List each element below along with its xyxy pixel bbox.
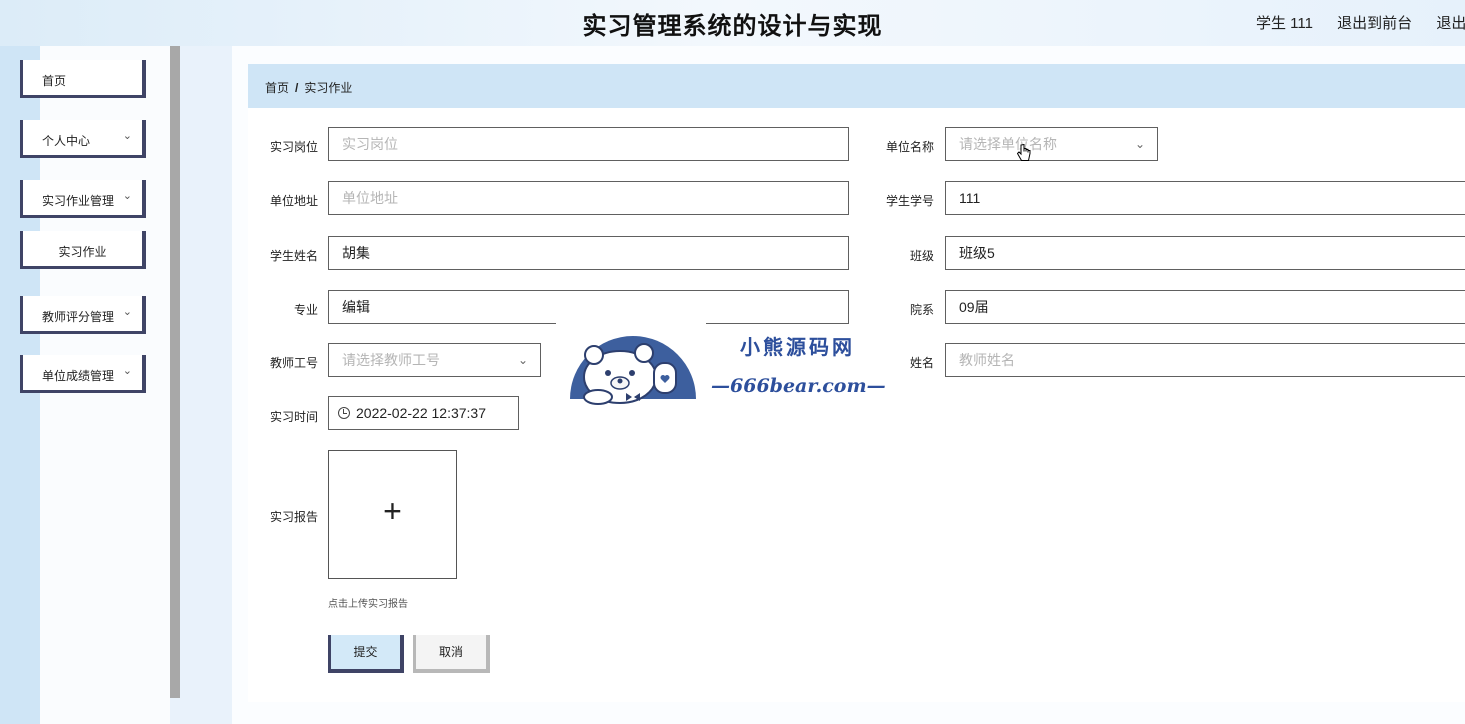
top-header: 实习管理系统的设计与实现 学生 111 退出到前台 退出登 xyxy=(0,0,1465,46)
sidebar-item-label: 个人中心 xyxy=(42,134,91,148)
chevron-down-icon: ⌄ xyxy=(122,190,132,202)
major-label: 专业 xyxy=(293,303,318,317)
company-name-select[interactable]: 请选择单位名称 ⌄ xyxy=(945,127,1158,161)
sidebar-item-profile[interactable]: 个人中心 ⌄ xyxy=(20,120,146,158)
intern-time-label: 实习时间 xyxy=(269,410,318,424)
student-name-label: 学生姓名 xyxy=(269,249,318,263)
breadcrumb-home[interactable]: 首页 xyxy=(265,81,289,95)
sidebar-item-label: 教师评分管理 xyxy=(42,310,115,324)
company-name-label: 单位名称 xyxy=(885,140,934,154)
class-input[interactable]: 班级5 xyxy=(945,236,1465,270)
sidebar-item-home[interactable]: 首页 xyxy=(20,60,146,98)
sidebar-item-label: 实习作业管理 xyxy=(42,194,115,208)
sidebar-item-teacher-score[interactable]: 教师评分管理 ⌄ xyxy=(20,296,146,334)
clock-icon xyxy=(338,407,350,419)
breadcrumb-current: 实习作业 xyxy=(304,81,353,95)
breadcrumb: 首页 / 实习作业 xyxy=(248,64,1465,108)
company-address-label: 单位地址 xyxy=(269,194,318,208)
chevron-down-icon: ⌄ xyxy=(1134,137,1145,151)
chevron-down-icon: ⌄ xyxy=(122,130,132,142)
company-name-placeholder: 请选择单位名称 xyxy=(959,136,1057,152)
breadcrumb-separator: / xyxy=(295,81,299,95)
position-input[interactable]: 实习岗位 xyxy=(328,127,849,161)
sidebar-scrollbar[interactable] xyxy=(170,46,180,698)
teacher-no-placeholder: 请选择教师工号 xyxy=(342,352,440,368)
upload-hint: 点击上传实习报告 xyxy=(328,599,408,610)
top-links: 学生 111 退出到前台 退出登 xyxy=(1256,12,1465,33)
app-title: 实习管理系统的设计与实现 xyxy=(582,13,883,40)
sidebar-item-homework-management[interactable]: 实习作业管理 ⌄ xyxy=(20,180,146,218)
back-to-front-link[interactable]: 退出到前台 xyxy=(1337,15,1412,32)
sidebar-item-label: 单位成绩管理 xyxy=(42,369,115,383)
watermark-url: —666bear.com— xyxy=(711,375,886,397)
current-user: 学生 111 xyxy=(1256,15,1313,32)
chevron-down-icon: ⌄ xyxy=(517,353,528,367)
intern-time-value: 2022-02-22 12:37:37 xyxy=(356,405,486,421)
logout-link[interactable]: 退出登 xyxy=(1436,15,1465,32)
plus-icon: + xyxy=(383,493,402,529)
student-no-input[interactable]: 111 xyxy=(945,181,1465,215)
class-label: 班级 xyxy=(909,249,934,263)
sidebar-item-homework[interactable]: 实习作业 xyxy=(20,231,146,269)
teacher-name-input[interactable]: 教师姓名 xyxy=(945,343,1465,377)
sidebar-item-label: 实习作业 xyxy=(58,245,107,259)
teacher-no-select[interactable]: 请选择教师工号 ⌄ xyxy=(328,343,541,377)
watermark: 小熊源码网 —666bear.com— xyxy=(556,323,896,409)
position-label: 实习岗位 xyxy=(269,140,318,154)
intern-time-picker[interactable]: 2022-02-22 12:37:37 xyxy=(328,396,519,430)
watermark-title: 小熊源码网 xyxy=(740,335,855,359)
chevron-down-icon: ⌄ xyxy=(122,306,132,318)
department-input[interactable]: 09届 xyxy=(945,290,1465,324)
chevron-down-icon: ⌄ xyxy=(122,365,132,377)
student-no-label: 学生学号 xyxy=(885,194,934,208)
report-label: 实习报告 xyxy=(269,510,318,524)
sidebar-item-label: 首页 xyxy=(42,74,67,88)
department-label: 院系 xyxy=(909,303,934,317)
major-input[interactable]: 编辑 xyxy=(328,290,849,324)
teacher-no-label: 教师工号 xyxy=(269,356,318,370)
sidebar-item-company-score[interactable]: 单位成绩管理 ⌄ xyxy=(20,355,146,393)
bear-logo-icon xyxy=(556,323,706,409)
hand-cursor-icon xyxy=(1017,144,1031,161)
report-upload-box[interactable]: + xyxy=(328,450,457,579)
student-name-input[interactable]: 胡集 xyxy=(328,236,849,270)
cancel-button[interactable]: 取消 xyxy=(413,635,490,673)
company-address-input[interactable]: 单位地址 xyxy=(328,181,849,215)
submit-button[interactable]: 提交 xyxy=(328,635,404,673)
